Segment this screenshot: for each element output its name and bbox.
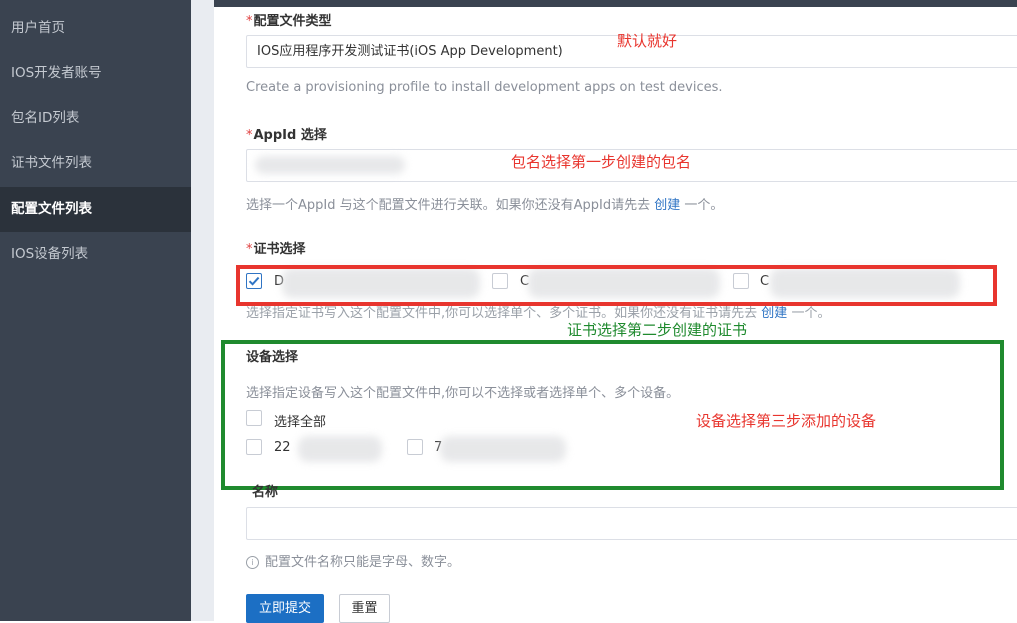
profile-type-value: IOS应用程序开发测试证书(iOS App Development) [257, 44, 563, 59]
submit-button[interactable]: 立即提交 [246, 594, 324, 623]
sidebar-item-home[interactable]: 用户首页 [0, 6, 191, 51]
required-mark: * [246, 128, 253, 143]
redacted-appid [255, 156, 405, 174]
annotation-appid: 包名选择第一步创建的包名 [511, 153, 692, 171]
certificate-help-suffix: 一个。 [791, 306, 831, 321]
name-label: 名称 [252, 485, 279, 500]
name-help-text: 配置文件名称只能是字母、数字。 [265, 555, 461, 570]
sidebar-item-developer-account[interactable]: IOS开发者账号 [0, 51, 191, 96]
device-highlight-box [221, 340, 1004, 490]
required-mark: * [246, 242, 253, 257]
appid-help-suffix: 一个。 [684, 198, 724, 213]
sidebar-item-certificate-list[interactable]: 证书文件列表 [0, 141, 191, 186]
name-help: i 配置文件名称只能是字母、数字。 [246, 551, 460, 570]
appid-create-link[interactable]: 创建 [654, 198, 680, 213]
appid-label: *AppId 选择 [246, 124, 327, 143]
top-bar [214, 0, 1017, 7]
sidebar-item-profile-list[interactable]: 配置文件列表 [0, 187, 191, 232]
certificate-label: *证书选择 [246, 238, 306, 257]
info-icon: i [246, 556, 259, 569]
content-gutter [191, 0, 214, 621]
reset-button[interactable]: 重置 [339, 594, 390, 623]
profile-type-help: Create a provisioning profile to install… [246, 80, 723, 95]
annotation-default: 默认就好 [617, 32, 678, 50]
profile-type-label-text: 配置文件类型 [253, 14, 332, 29]
certificate-create-link[interactable]: 创建 [761, 306, 787, 321]
appid-help-text: 选择一个AppId 与这个配置文件进行关联。如果你还没有AppId请先去 [246, 198, 651, 213]
required-mark: * [246, 14, 253, 29]
certificate-highlight-box [236, 265, 997, 306]
profile-type-label: *配置文件类型 [246, 10, 332, 29]
certificate-label-text: 证书选择 [253, 242, 306, 257]
appid-help: 选择一个AppId 与这个配置文件进行关联。如果你还没有AppId请先去 创建 … [246, 194, 723, 213]
annotation-certificate: 证书选择第二步创建的证书 [567, 321, 748, 339]
sidebar-item-device-list[interactable]: IOS设备列表 [0, 232, 191, 277]
name-input[interactable] [246, 507, 1017, 540]
sidebar-item-bundle-id-list[interactable]: 包名ID列表 [0, 96, 191, 141]
sidebar: 用户首页 IOS开发者账号 包名ID列表 证书文件列表 配置文件列表 IOS设备… [0, 0, 191, 621]
appid-label-text: AppId 选择 [253, 128, 327, 143]
